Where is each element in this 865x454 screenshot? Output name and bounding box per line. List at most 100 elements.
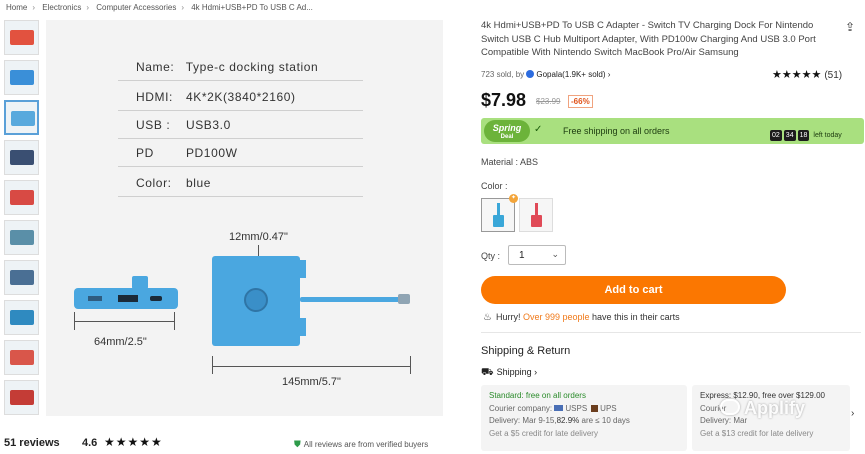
swatch-body — [493, 215, 504, 227]
delivery-pct: 82.9% — [556, 416, 580, 425]
free-shipping-text: Free shipping on all orders — [563, 126, 670, 136]
breadcrumb-home[interactable]: Home — [6, 3, 27, 12]
thumbnail-image — [10, 150, 34, 165]
spec-divider — [118, 138, 363, 139]
late-credit: Get a $13 credit for late delivery — [700, 428, 814, 438]
spec-divider — [118, 196, 363, 197]
dimension-bottom-line — [212, 366, 410, 367]
spec-row: Color: blue — [136, 176, 211, 190]
thumbnail-image — [10, 230, 34, 245]
review-stars: ★★★★★ — [104, 435, 163, 449]
spec-row: HDMI: 4K*2K(3840*2160) — [136, 90, 296, 104]
spec-value: PD100W — [185, 146, 238, 160]
thumbnail-7[interactable] — [4, 260, 39, 295]
shield-icon: ⛊ — [294, 439, 301, 449]
product-title: 4k Hdmi+USB+PD To USB C Adapter - Switch… — [481, 20, 816, 58]
spec-divider — [118, 110, 363, 111]
spec-key: Name: — [136, 60, 175, 74]
hot-flag-icon: ✦ — [509, 194, 518, 203]
thumbnail-2[interactable] — [4, 60, 39, 95]
thumbnail-8[interactable] — [4, 300, 39, 335]
countdown-suffix: left today — [813, 132, 842, 139]
check-icon: ✓ — [534, 124, 543, 135]
thumbnail-5[interactable] — [4, 180, 39, 215]
thumbnail-image — [10, 390, 34, 405]
thumbnail-3[interactable] — [4, 100, 39, 135]
hurry-lead: Hurry! — [495, 312, 521, 322]
share-icon[interactable]: ⇪ — [845, 20, 855, 34]
spec-key: USB : — [136, 118, 171, 132]
store-logo-icon — [526, 70, 535, 78]
spring-deal-badge: Spring Deal — [484, 120, 530, 142]
thumbnail-image — [10, 30, 34, 45]
spec-row: PD PD100W — [136, 146, 238, 160]
swatch-body — [531, 215, 542, 227]
spec-divider — [118, 80, 363, 81]
color-swatch-blue[interactable]: ✦ — [481, 194, 518, 232]
breadcrumb-electronics[interactable]: Electronics — [42, 3, 81, 12]
verified-note: ⛊ All reviews are from verified buyers — [294, 439, 428, 450]
add-to-cart-button[interactable]: Add to cart — [481, 276, 786, 304]
chevron-down-icon: ⌄ — [551, 249, 559, 259]
breadcrumb: Home › Electronics › Computer Accessories ›… — [6, 3, 313, 12]
product-main-image: Name: Type-c docking station HDMI: 4K*2K(… — [46, 20, 443, 416]
qty-label: Qty : — [481, 251, 501, 261]
rating-count: (51) — [824, 70, 843, 81]
breadcrumb-current: 4k Hdmi+USB+PD To USB C Ad... — [191, 3, 313, 12]
promo-banner: Spring Deal ✓ Free shipping on all orders… — [481, 118, 864, 144]
review-score: 4.6 — [82, 437, 98, 449]
original-price: $23.99 — [536, 97, 561, 106]
sold-line: 723 sold, by Gopala(1.9K+ sold) › — [481, 70, 610, 79]
dimension-left-tick-b — [174, 312, 175, 330]
watermark: Applify — [720, 398, 805, 419]
truck-icon: ⛟ — [481, 367, 494, 378]
product-rating[interactable]: ★★★★★ (51) — [772, 68, 842, 81]
hurry-count: Over 999 people — [522, 312, 590, 322]
spec-row: Name: Type-c docking station — [136, 60, 318, 74]
spec-value: 4K*2K(3840*2160) — [185, 90, 296, 104]
thumbnail-image — [10, 190, 34, 205]
store-link[interactable]: Gopala(1.9K+ sold) › — [536, 70, 610, 79]
badge-bottom: Deal — [500, 134, 514, 140]
hurry-tail: have this in their carts — [592, 312, 680, 322]
thumbnail-image — [10, 70, 34, 85]
thumbnail-image — [10, 310, 34, 325]
color-label: Color : — [481, 181, 508, 191]
dimension-bottom-tick-a — [212, 356, 213, 374]
review-count[interactable]: 51 reviews — [4, 437, 60, 449]
dimension-left-line — [74, 321, 174, 322]
thumbnail-10[interactable] — [4, 380, 39, 415]
spec-value: USB3.0 — [185, 118, 231, 132]
breadcrumb-computer-accessories[interactable]: Computer Accessories — [96, 3, 176, 12]
dimension-left-label: 64mm/2.5" — [94, 336, 147, 348]
thumbnail-1[interactable] — [4, 20, 39, 55]
shipping-return-title: Shipping & Return — [481, 345, 571, 357]
dimension-top-label: 12mm/0.47" — [229, 231, 288, 243]
thumbnail-9[interactable] — [4, 340, 39, 375]
thumbnail-4[interactable] — [4, 140, 39, 175]
spec-key: Color: — [136, 176, 172, 190]
courier-usps: USPS — [565, 403, 588, 413]
qty-select[interactable]: 1 ⌄ — [508, 245, 566, 265]
spec-divider — [118, 166, 363, 167]
shipping-link-label: Shipping › — [496, 367, 538, 377]
sold-count: 723 sold, by — [481, 70, 525, 79]
thumbnail-6[interactable] — [4, 220, 39, 255]
qty-value: 1 — [519, 250, 525, 261]
watermark-text: Applify — [744, 398, 805, 418]
countdown: 02 34 18 left today — [770, 124, 842, 142]
chevron-right-icon[interactable]: › — [851, 408, 854, 419]
rating-stars: ★★★★★ — [772, 69, 822, 81]
usps-logo-icon — [554, 404, 564, 411]
shipping-link[interactable]: ⛟ Shipping › — [481, 367, 537, 380]
spec-value: Type-c docking station — [185, 60, 319, 74]
wechat-icon — [720, 399, 740, 415]
dimension-bottom-tick-b — [410, 356, 411, 374]
courier-line: Courier company: USPS UPS — [489, 403, 679, 416]
delivery-pre: Delivery: Mar 9-15, — [489, 416, 557, 425]
color-swatch-red[interactable] — [519, 198, 553, 232]
current-price: $7.98 — [481, 90, 527, 110]
standard-shipping-card: Standard: free on all orders Courier com… — [481, 385, 687, 451]
countdown-seconds: 18 — [797, 130, 810, 141]
thumbnail-image — [11, 111, 35, 126]
